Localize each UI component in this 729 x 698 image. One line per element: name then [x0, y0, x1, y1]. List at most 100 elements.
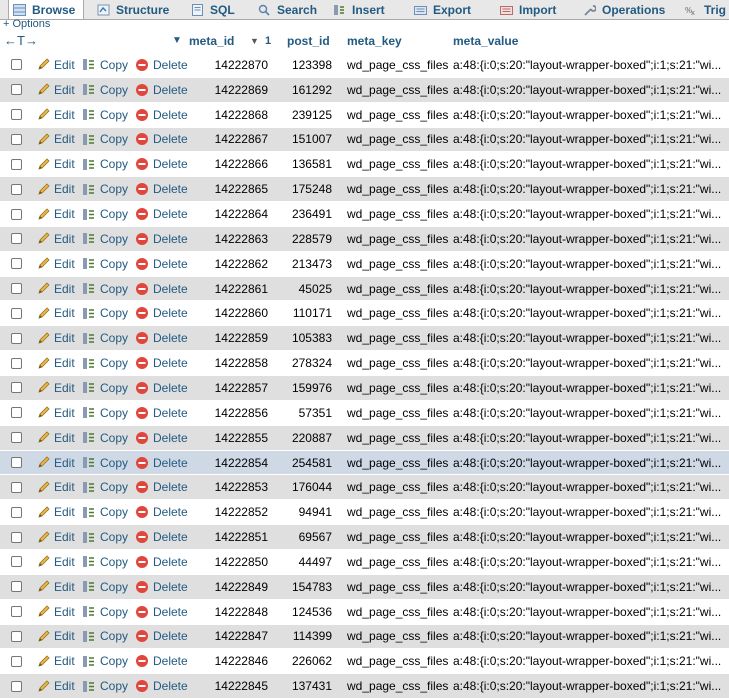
delete-button[interactable]: Delete	[135, 202, 188, 226]
delete-button[interactable]: Delete	[135, 500, 188, 524]
copy-button[interactable]: Copy	[82, 376, 128, 400]
copy-button[interactable]: Copy	[82, 227, 128, 251]
delete-button[interactable]: Delete	[135, 600, 188, 624]
row-checkbox[interactable]	[11, 307, 22, 319]
row-checkbox[interactable]	[11, 457, 22, 469]
delete-button[interactable]: Delete	[135, 426, 188, 450]
row-checkbox[interactable]	[11, 432, 22, 444]
row-checkbox[interactable]	[11, 506, 22, 518]
row-checkbox[interactable]	[11, 109, 22, 121]
copy-button[interactable]: Copy	[82, 500, 128, 524]
delete-button[interactable]: Delete	[135, 550, 188, 574]
row-checkbox[interactable]	[11, 283, 22, 295]
row-checkbox[interactable]	[11, 531, 22, 543]
copy-button[interactable]: Copy	[82, 53, 128, 77]
copy-button[interactable]: Copy	[82, 202, 128, 226]
copy-button[interactable]: Copy	[82, 426, 128, 450]
edit-button[interactable]: Edit	[37, 625, 75, 649]
row-checkbox[interactable]	[11, 183, 22, 195]
delete-button[interactable]: Delete	[135, 277, 188, 301]
copy-button[interactable]: Copy	[82, 475, 128, 499]
tab-insert[interactable]: Insert	[333, 0, 385, 19]
edit-button[interactable]: Edit	[37, 575, 75, 599]
row-checkbox[interactable]	[11, 158, 22, 170]
copy-button[interactable]: Copy	[82, 326, 128, 350]
edit-button[interactable]: Edit	[37, 128, 75, 152]
copy-button[interactable]: Copy	[82, 277, 128, 301]
copy-button[interactable]: Copy	[82, 600, 128, 624]
copy-button[interactable]: Copy	[82, 177, 128, 201]
tab-import[interactable]: Import	[500, 0, 556, 19]
edit-button[interactable]: Edit	[37, 78, 75, 102]
delete-button[interactable]: Delete	[135, 451, 188, 475]
delete-button[interactable]: Delete	[135, 53, 188, 77]
row-checkbox[interactable]	[11, 606, 22, 618]
delete-button[interactable]: Delete	[135, 575, 188, 599]
tab-export[interactable]: Export	[414, 0, 471, 19]
header-post-id[interactable]: post_id	[287, 30, 330, 52]
delete-button[interactable]: Delete	[135, 376, 188, 400]
row-checkbox[interactable]	[11, 556, 22, 568]
delete-button[interactable]: Delete	[135, 401, 188, 425]
copy-button[interactable]: Copy	[82, 674, 128, 698]
tab-sql[interactable]: SQL	[191, 0, 235, 19]
delete-button[interactable]: Delete	[135, 227, 188, 251]
row-checkbox[interactable]	[11, 630, 22, 642]
edit-button[interactable]: Edit	[37, 426, 75, 450]
edit-button[interactable]: Edit	[37, 475, 75, 499]
edit-button[interactable]: Edit	[37, 600, 75, 624]
edit-button[interactable]: Edit	[37, 326, 75, 350]
copy-button[interactable]: Copy	[82, 302, 128, 326]
edit-button[interactable]: Edit	[37, 351, 75, 375]
edit-button[interactable]: Edit	[37, 525, 75, 549]
delete-button[interactable]: Delete	[135, 177, 188, 201]
delete-button[interactable]: Delete	[135, 475, 188, 499]
row-checkbox[interactable]	[11, 655, 22, 667]
header-meta-key[interactable]: meta_key	[347, 30, 402, 52]
copy-button[interactable]: Copy	[82, 625, 128, 649]
copy-button[interactable]: Copy	[82, 401, 128, 425]
delete-button[interactable]: Delete	[135, 152, 188, 176]
row-checkbox[interactable]	[11, 59, 22, 71]
copy-button[interactable]: Copy	[82, 550, 128, 574]
delete-button[interactable]: Delete	[135, 525, 188, 549]
row-checkbox[interactable]	[11, 208, 22, 220]
edit-button[interactable]: Edit	[37, 649, 75, 673]
copy-button[interactable]: Copy	[82, 351, 128, 375]
header-meta-id[interactable]: meta_id	[189, 30, 234, 52]
row-checkbox[interactable]	[11, 332, 22, 344]
copy-button[interactable]: Copy	[82, 252, 128, 276]
edit-button[interactable]: Edit	[37, 53, 75, 77]
copy-button[interactable]: Copy	[82, 649, 128, 673]
delete-button[interactable]: Delete	[135, 252, 188, 276]
delete-button[interactable]: Delete	[135, 326, 188, 350]
copy-button[interactable]: Copy	[82, 152, 128, 176]
edit-button[interactable]: Edit	[37, 202, 75, 226]
edit-button[interactable]: Edit	[37, 277, 75, 301]
edit-button[interactable]: Edit	[37, 152, 75, 176]
edit-button[interactable]: Edit	[37, 401, 75, 425]
delete-button[interactable]: Delete	[135, 351, 188, 375]
options-link[interactable]: + Options	[3, 18, 50, 30]
copy-button[interactable]: Copy	[82, 525, 128, 549]
tab-structure[interactable]: Structure	[97, 0, 169, 19]
tab-search[interactable]: Search	[258, 0, 317, 19]
row-checkbox[interactable]	[11, 84, 22, 96]
row-checkbox[interactable]	[11, 233, 22, 245]
delete-button[interactable]: Delete	[135, 625, 188, 649]
copy-button[interactable]: Copy	[82, 78, 128, 102]
delete-button[interactable]: Delete	[135, 78, 188, 102]
row-checkbox[interactable]	[11, 680, 22, 692]
edit-button[interactable]: Edit	[37, 674, 75, 698]
column-menu-icon[interactable]: ▼	[172, 30, 182, 52]
row-checkbox[interactable]	[11, 581, 22, 593]
edit-button[interactable]: Edit	[37, 103, 75, 127]
edit-button[interactable]: Edit	[37, 451, 75, 475]
edit-button[interactable]: Edit	[37, 500, 75, 524]
edit-button[interactable]: Edit	[37, 177, 75, 201]
header-meta-value[interactable]: meta_value	[453, 30, 518, 52]
edit-button[interactable]: Edit	[37, 376, 75, 400]
edit-button[interactable]: Edit	[37, 302, 75, 326]
row-checkbox[interactable]	[11, 357, 22, 369]
tab-browse[interactable]: Browse	[8, 0, 84, 19]
